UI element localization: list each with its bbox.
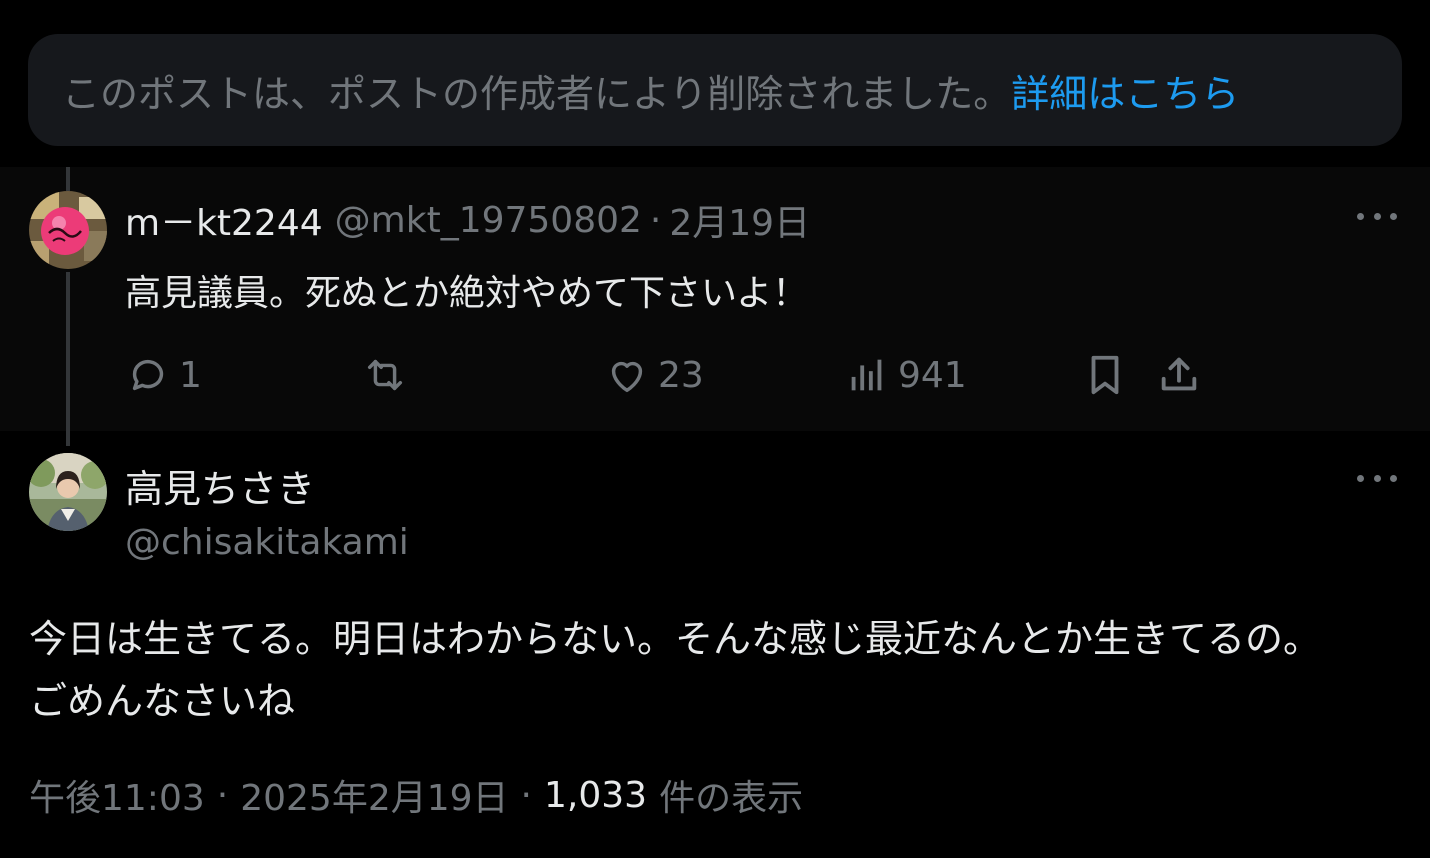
reply-more-icon[interactable]: [1357, 210, 1397, 222]
reply-header: m－kt2244 @mkt_19750802 · 2月19日: [125, 194, 810, 246]
reply-count: 1: [179, 354, 202, 396]
reply-action-bar: 1 23 941: [0, 350, 1430, 400]
learn-more-link[interactable]: 詳細はこちら: [1011, 63, 1239, 118]
share-icon: [1161, 357, 1197, 391]
post-text: 今日は生きてる。明日はわからない。そんな感じ最近なんとか生きてるの。 ごめんなさ…: [29, 608, 1409, 732]
reply-text: 高見議員。死ぬとか絶対やめて下さいよ！: [125, 273, 809, 314]
share-button[interactable]: [1156, 350, 1202, 400]
meta-separator: ·: [216, 774, 229, 816]
post-meta: 午後11:03 · 2025年2月19日 · 1,033 件の表示: [29, 770, 803, 820]
reply-date[interactable]: 2月19日: [669, 194, 810, 246]
repost-icon: [367, 359, 403, 391]
notice-text: このポストは、ポストの作成者により削除されました。: [62, 71, 1012, 116]
reply-author-handle[interactable]: @mkt_19750802: [335, 200, 642, 241]
post-view-count: 1,033: [544, 774, 648, 816]
post-date[interactable]: 2025年2月19日: [240, 769, 508, 821]
avatar[interactable]: [29, 191, 107, 269]
post-text-line: 今日は生きてる。明日はわからない。そんな感じ最近なんとか生きてるの。: [29, 617, 1322, 661]
like-count: 23: [658, 354, 704, 396]
meta-separator: ·: [520, 774, 532, 816]
repost-button[interactable]: [362, 350, 416, 400]
view-count: 941: [898, 354, 967, 396]
avatar[interactable]: [29, 453, 107, 531]
reply-button[interactable]: 1: [125, 350, 202, 400]
views-button[interactable]: 941: [844, 350, 967, 400]
post-text-line: ごめんなさいね: [29, 679, 296, 723]
post-view-label: 件の表示: [659, 778, 804, 819]
views-chart-icon: [851, 359, 882, 391]
bookmark-icon: [1091, 355, 1119, 395]
post-author-name[interactable]: 高見ちさき: [125, 458, 315, 513]
post-more-icon[interactable]: [1357, 472, 1397, 484]
bookmark-button[interactable]: [1082, 350, 1128, 400]
like-button[interactable]: 23: [604, 350, 704, 400]
reply-author-name[interactable]: m－kt2244: [125, 194, 323, 246]
post-author-handle[interactable]: @chisakitakami: [125, 522, 409, 563]
thread-line-top: [66, 167, 70, 191]
deleted-post-notice: このポストは、ポストの作成者により削除されました。 詳細はこちら: [28, 34, 1402, 146]
post-time[interactable]: 午後11:03: [29, 769, 205, 821]
heart-icon: [611, 361, 643, 393]
comment-icon: [132, 359, 164, 391]
reply-separator: ·: [649, 199, 662, 241]
